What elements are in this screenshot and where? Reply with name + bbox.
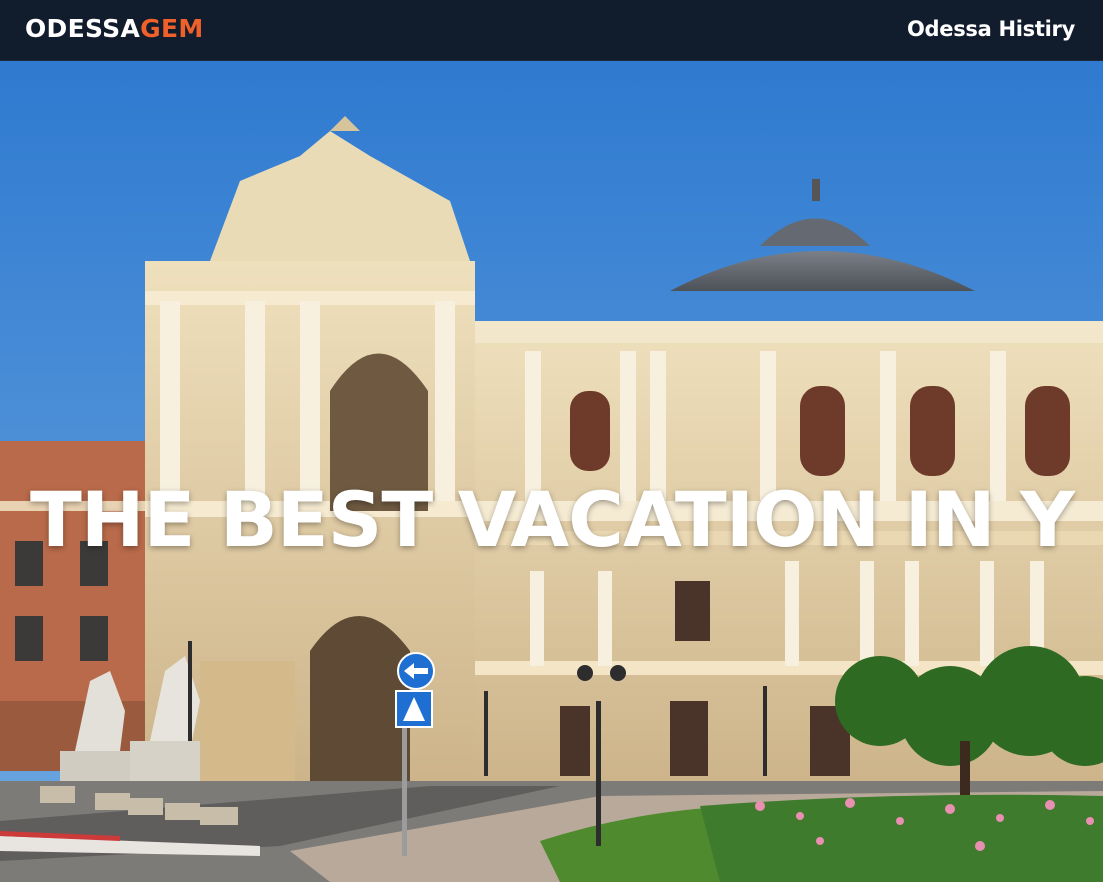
brand-logo-primary: ODESSA (25, 14, 141, 43)
brand-logo-accent: GEM (140, 14, 204, 43)
hero-background-image (0, 61, 1103, 882)
hero-section: THE BEST VACATION IN Y (0, 61, 1103, 882)
top-navbar: ODESSAGEM Odessa Histiry A (0, 0, 1103, 61)
hero-title: THE BEST VACATION IN Y (30, 475, 1075, 564)
nav-links: Odessa Histiry A (907, 15, 1103, 43)
nav-link-odessa-history[interactable]: Odessa Histiry (907, 15, 1075, 43)
brand-logo[interactable]: ODESSAGEM (25, 14, 204, 44)
